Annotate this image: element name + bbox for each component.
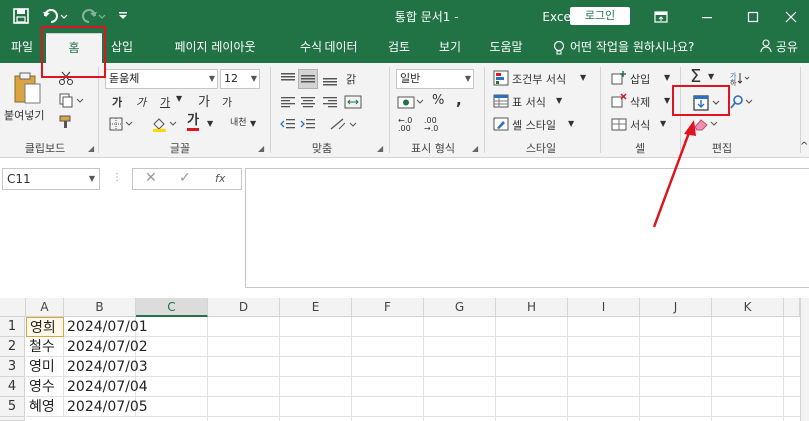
- annotation-arrow: [652, 120, 696, 228]
